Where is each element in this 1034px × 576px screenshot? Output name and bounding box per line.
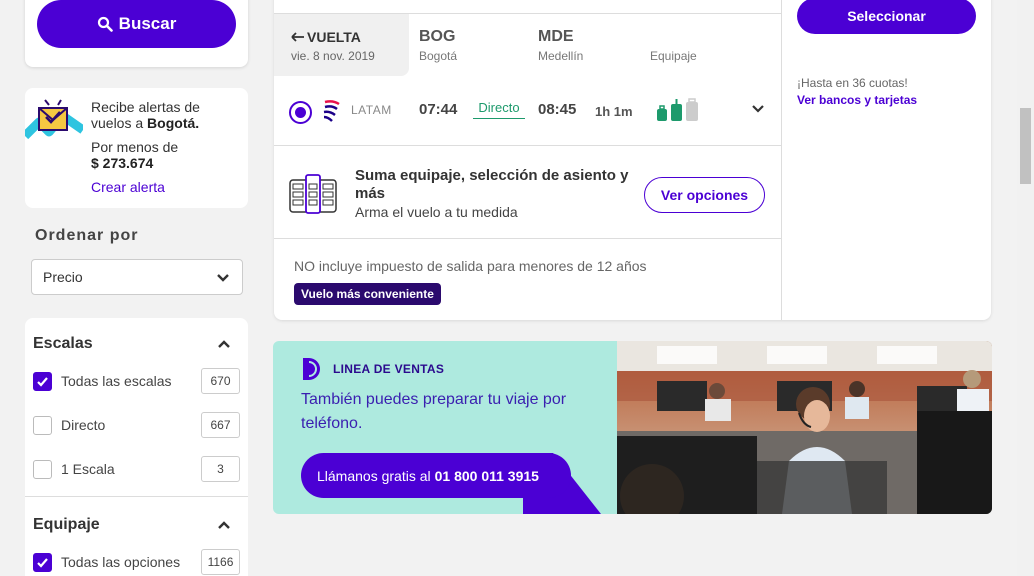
sales-line-label: LINEA DE VENTAS — [333, 362, 445, 376]
stops-filter-title: Escalas — [33, 335, 93, 352]
stops-label: Directo — [473, 100, 525, 119]
alert-line1: Recibe alertas de — [91, 99, 200, 115]
return-leg-title: VUELTA — [291, 29, 361, 45]
checkbox[interactable] — [33, 459, 52, 479]
seat-map-icon — [289, 174, 337, 214]
destination-code: MDE — [538, 28, 574, 45]
origin-city: Bogotá — [419, 49, 458, 63]
stops-option-label: Todas las escalas — [61, 373, 172, 389]
stops-option-count: 3 — [201, 456, 240, 482]
chevron-up-icon[interactable] — [217, 518, 231, 532]
airline-name: LATAM — [351, 103, 392, 117]
call-free-button[interactable]: Llámanos gratis al 01 800 011 3915 — [301, 453, 571, 498]
best-flight-badge: Vuelo más conveniente — [294, 283, 441, 305]
checkbox-checked[interactable] — [33, 371, 52, 391]
baggage-option-all[interactable]: Todas las opciones 1166 — [33, 549, 240, 575]
upsell-subtitle: Arma el vuelo a tu medida — [355, 204, 518, 220]
stops-option-count: 667 — [201, 412, 240, 438]
destination-city: Medellín — [538, 49, 584, 63]
baggage-header: Equipaje — [650, 49, 697, 63]
call-center-photo — [617, 341, 992, 514]
view-options-button[interactable]: Ver opciones — [644, 177, 765, 213]
alert-envelope-icon — [25, 99, 83, 140]
check-icon — [37, 376, 48, 387]
tax-note: NO incluye impuesto de salida para menor… — [294, 258, 647, 274]
filters-panel: Escalas Todas las escalas 670 Directo 66… — [25, 318, 248, 576]
call-prefix: Llámanos gratis al — [317, 467, 431, 484]
scrollbar-thumb[interactable] — [1020, 108, 1031, 184]
stops-option-direct[interactable]: Directo 667 — [33, 412, 240, 438]
stops-option-label: Directo — [61, 417, 106, 433]
flight-radio-selected[interactable] — [289, 101, 312, 124]
radio-dot — [295, 107, 306, 118]
alert-line2-prefix: vuelos a — [91, 115, 148, 131]
search-icon — [97, 16, 113, 32]
card-column-divider — [781, 0, 782, 320]
flight-duration: 1h 1m — [595, 104, 633, 119]
checkbox-checked[interactable] — [33, 552, 52, 572]
phone-number: 01 800 011 3915 — [434, 467, 539, 484]
sales-line-text: También puedes preparar tu viaje por tel… — [301, 391, 567, 432]
order-by-title: Ordenar por — [35, 227, 139, 244]
stops-option-count: 670 — [201, 368, 240, 394]
latam-logo-icon — [323, 100, 340, 122]
check-icon — [37, 557, 48, 568]
alert-city: Bogotá. — [147, 115, 200, 131]
card-divider — [274, 145, 781, 146]
banks-cards-link[interactable]: Ver bancos y tarjetas — [797, 93, 917, 107]
expand-chevron-icon[interactable] — [751, 102, 765, 116]
upsell-title: Suma equipaje, selección de asiento y má… — [355, 167, 629, 202]
search-card: Buscar — [25, 0, 248, 67]
baggage-option-label: Todas las opciones — [61, 554, 181, 570]
page-scrollbar[interactable] — [1017, 0, 1034, 576]
select-flight-button[interactable]: Seleccionar — [797, 0, 976, 34]
checkbox[interactable] — [33, 415, 52, 435]
alert-text: Recibe alertas de vuelos a Bogotá. — [91, 99, 241, 131]
origin-code: BOG — [419, 28, 456, 45]
departure-time: 07:44 — [419, 101, 458, 118]
baggage-icons — [657, 98, 698, 121]
return-leg-label: VUELTA — [307, 29, 361, 45]
alert-price: $ 273.674 — [91, 155, 154, 171]
chevron-down-icon — [217, 274, 229, 282]
arrival-time: 08:45 — [538, 101, 577, 118]
order-by-select[interactable]: Precio — [31, 259, 243, 295]
alert-price-label: Por menos de — [91, 139, 179, 155]
baggage-option-count: 1166 — [201, 549, 240, 575]
order-by-value: Precio — [43, 269, 83, 285]
create-alert-link[interactable]: Crear alerta — [91, 179, 165, 195]
search-button[interactable]: Buscar — [37, 0, 236, 48]
filter-divider — [25, 496, 248, 497]
stops-option-one-stop[interactable]: 1 Escala 3 — [33, 456, 240, 482]
return-leg-header: VUELTA vie. 8 nov. 2019 — [274, 14, 409, 76]
return-date: vie. 8 nov. 2019 — [291, 49, 375, 63]
plane-landing-icon — [291, 32, 304, 42]
stops-option-label: 1 Escala — [61, 461, 115, 477]
baggage-filter-title: Equipaje — [33, 516, 100, 533]
chevron-up-icon[interactable] — [217, 337, 231, 351]
price-alert-card: Recibe alertas de vuelos a Bogotá. Por m… — [25, 88, 248, 208]
card-divider — [274, 238, 781, 239]
stops-option-all[interactable]: Todas las escalas 670 — [33, 368, 240, 394]
installments-text: ¡Hasta en 36 cuotas! — [797, 76, 908, 90]
search-button-label: Buscar — [118, 14, 177, 33]
flight-result-card: VUELTA vie. 8 nov. 2019 BOG Bogotá MDE M… — [274, 0, 991, 320]
sales-line-banner: LINEA DE VENTAS También puedes preparar … — [273, 341, 992, 514]
despegar-logo-icon — [303, 358, 322, 380]
